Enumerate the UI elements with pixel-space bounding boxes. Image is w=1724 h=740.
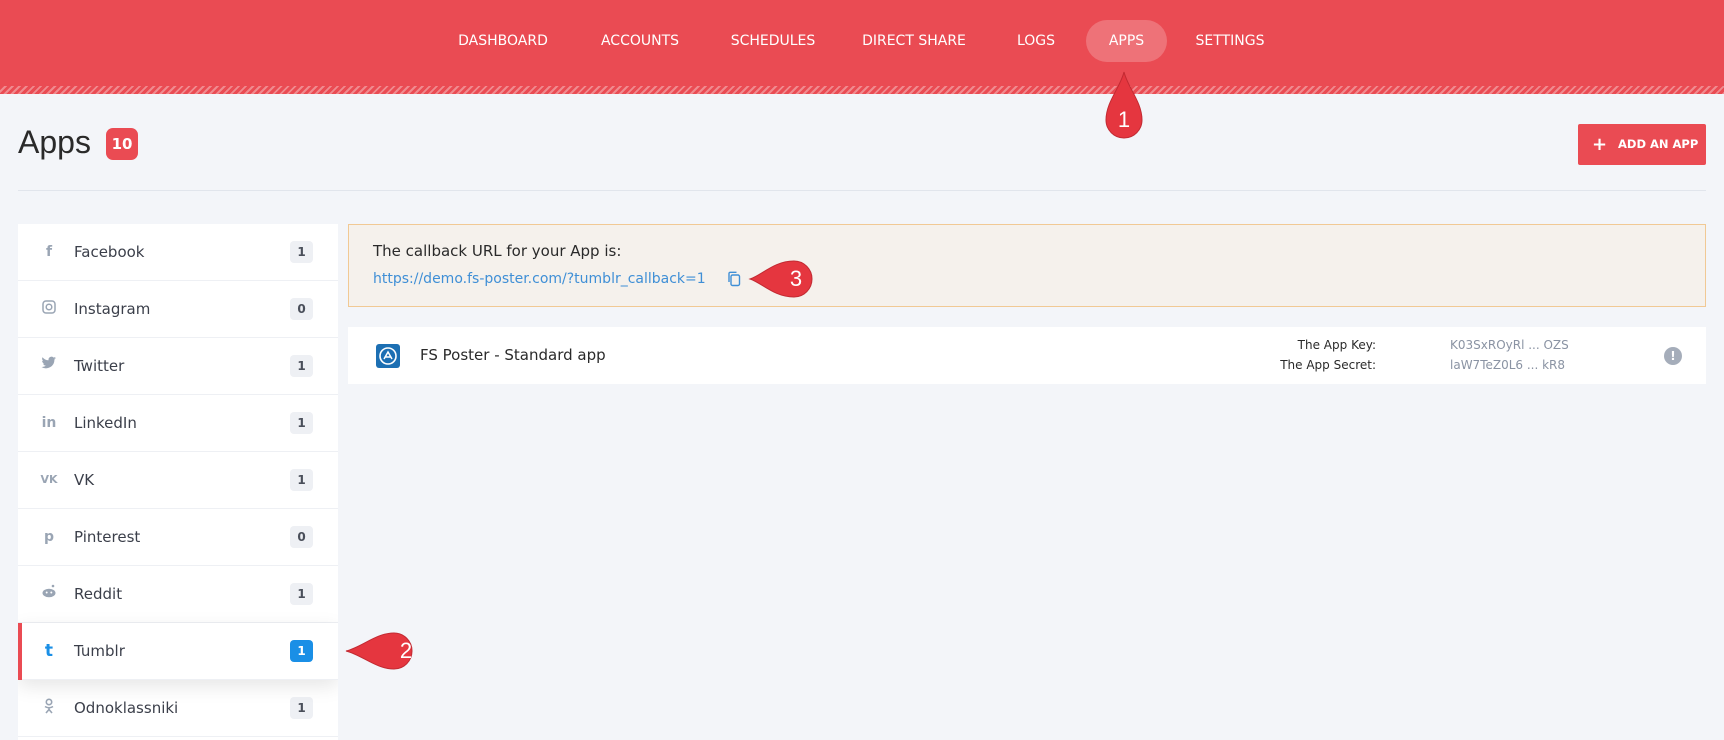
nav-settings[interactable]: SETTINGS <box>1190 20 1270 62</box>
sidebar-item-label: Facebook <box>74 243 145 261</box>
app-key-value: K03SxROyRl ... OZS <box>1450 338 1569 352</box>
sidebar-item-count: 0 <box>290 298 313 320</box>
app-name: FS Poster - Standard app <box>420 346 606 364</box>
callback-title: The callback URL for your App is: <box>373 242 622 260</box>
facebook-icon: f <box>45 244 53 260</box>
sidebar-item-instagram[interactable]: Instagram 0 <box>18 281 338 338</box>
sidebar-item-label: Tumblr <box>74 642 125 660</box>
nav-logs[interactable]: LOGS <box>1006 20 1066 62</box>
odnoklassniki-icon <box>40 698 58 718</box>
instagram-icon <box>40 299 58 319</box>
nav-dashboard[interactable]: DASHBOARD <box>448 20 558 62</box>
tumblr-icon: t <box>44 641 54 661</box>
add-app-label: ADD AN APP <box>1618 137 1699 151</box>
app-key-label: The App Key: <box>1297 338 1376 352</box>
sidebar-item-count: 1 <box>290 469 313 491</box>
sidebar-item-count: 1 <box>290 697 313 719</box>
add-app-button[interactable]: + ADD AN APP <box>1578 124 1706 165</box>
sidebar-item-label: Odnoklassniki <box>74 699 179 717</box>
sidebar-item-label: Instagram <box>74 300 151 318</box>
sidebar-item-facebook[interactable]: f Facebook 1 <box>18 224 338 281</box>
sidebar-item-label: Reddit <box>74 585 123 603</box>
reddit-icon <box>40 584 58 604</box>
page-title: Apps <box>18 124 91 160</box>
nav-accounts[interactable]: ACCOUNTS <box>592 20 688 62</box>
nav-direct-share[interactable]: DIRECT SHARE <box>858 20 970 62</box>
callout-number-3: 3 <box>789 266 803 291</box>
navbar-stripe <box>0 86 1724 94</box>
linkedin-icon: in <box>41 415 57 431</box>
sidebar-item-label: Twitter <box>74 357 125 375</box>
twitter-icon <box>40 356 58 376</box>
sidebar-item-twitter[interactable]: Twitter 1 <box>18 338 338 395</box>
sidebar-item-label: Pinterest <box>74 528 141 546</box>
info-icon[interactable]: ! <box>1664 347 1682 365</box>
plus-icon: + <box>1592 134 1608 155</box>
nav-schedules[interactable]: SCHEDULES <box>724 20 822 62</box>
sidebar-item-odnoklassniki[interactable]: Odnoklassniki 1 <box>18 680 338 737</box>
top-navbar: DASHBOARD ACCOUNTS SCHEDULES DIRECT SHAR… <box>0 0 1724 94</box>
sidebar-item-tumblr[interactable]: t Tumblr 1 <box>18 623 338 680</box>
header-divider <box>18 190 1706 191</box>
callout-number-2: 2 <box>399 638 413 663</box>
sidebar-item-count: 0 <box>290 526 313 548</box>
sidebar-item-reddit[interactable]: Reddit 1 <box>18 566 338 623</box>
sidebar-item-label: LinkedIn <box>74 414 137 432</box>
sidebar-item-label: VK <box>74 471 95 489</box>
callback-url-link[interactable]: https://demo.fs-poster.com/?tumblr_callb… <box>373 271 706 287</box>
main-nav: DASHBOARD ACCOUNTS SCHEDULES DIRECT SHAR… <box>0 20 1724 62</box>
callback-url-panel: The callback URL for your App is: https:… <box>348 224 1706 307</box>
sidebar-item-count: 1 <box>290 412 313 434</box>
apps-count-badge: 10 <box>106 128 138 160</box>
pinterest-icon: p <box>43 529 55 545</box>
app-logo-icon <box>376 344 400 368</box>
copy-icon[interactable] <box>727 271 743 287</box>
vk-icon: VK <box>40 473 58 486</box>
callout-number-1: 1 <box>1117 107 1131 132</box>
app-row[interactable]: FS Poster - Standard app The App Key: K0… <box>348 327 1706 384</box>
app-secret-label: The App Secret: <box>1280 358 1376 372</box>
sidebar-item-vk[interactable]: VK VK 1 <box>18 452 338 509</box>
app-secret-value: laW7TeZ0L6 ... kR8 <box>1450 358 1566 372</box>
sidebar-item-count: 1 <box>290 241 313 263</box>
nav-apps[interactable]: APPS <box>1086 20 1167 62</box>
network-sidebar: f Facebook 1 Instagram 0 Twitter 1 in Li… <box>18 224 338 740</box>
sidebar-item-count: 1 <box>290 583 313 605</box>
sidebar-item-count: 1 <box>290 640 313 662</box>
active-indicator <box>18 623 22 680</box>
sidebar-item-pinterest[interactable]: p Pinterest 0 <box>18 509 338 566</box>
sidebar-item-linkedin[interactable]: in LinkedIn 1 <box>18 395 338 452</box>
sidebar-item-count: 1 <box>290 355 313 377</box>
